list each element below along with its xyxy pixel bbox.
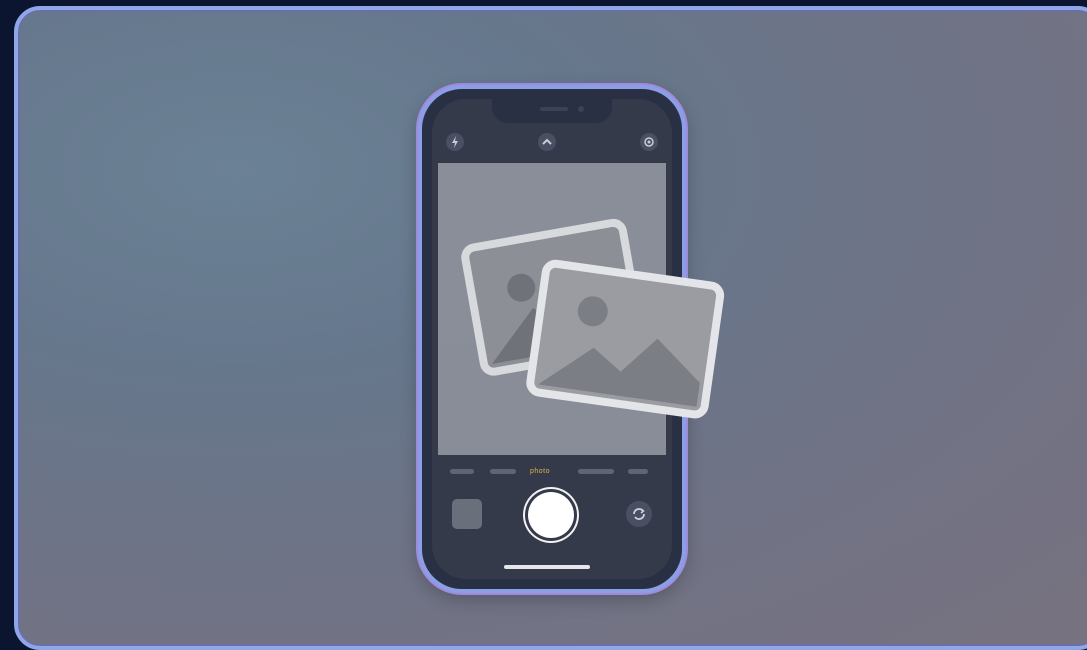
mode-item[interactable] [490, 469, 516, 474]
mode-item[interactable] [578, 469, 614, 474]
live-photo-icon[interactable] [640, 133, 658, 151]
last-photo-thumbnail[interactable] [452, 499, 482, 529]
shutter-button[interactable] [528, 492, 574, 538]
photos-gallery-icon [461, 218, 725, 419]
flash-icon[interactable] [446, 133, 464, 151]
presentation-card: photo [14, 6, 1087, 650]
mode-item-active[interactable]: photo [530, 468, 550, 475]
speaker-grill [540, 107, 568, 111]
front-camera-dot [578, 106, 584, 112]
mode-item[interactable] [450, 469, 474, 474]
flip-camera-icon[interactable] [626, 501, 652, 527]
camera-mode-selector[interactable]: photo [432, 468, 672, 477]
home-indicator [504, 565, 590, 569]
chevron-up-icon[interactable] [538, 133, 556, 151]
phone-notch [492, 99, 612, 123]
mode-item[interactable] [628, 469, 648, 474]
